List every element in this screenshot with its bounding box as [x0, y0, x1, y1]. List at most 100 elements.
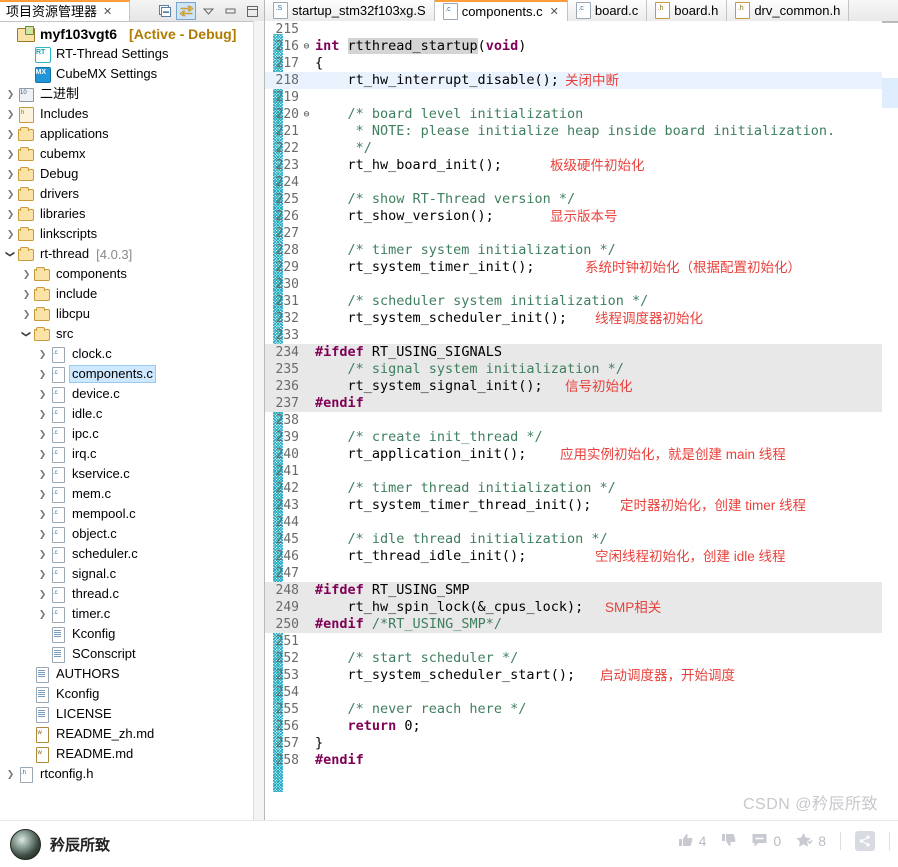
- tree-item[interactable]: ❯ linkscripts: [0, 224, 254, 244]
- tree-expand-arrow[interactable]: ❯: [4, 164, 17, 184]
- author-block[interactable]: 矜辰所致: [10, 829, 110, 860]
- tree-item[interactable]: ❯ .c scheduler.c: [0, 544, 254, 564]
- tree-item[interactable]: AUTHORS: [0, 664, 254, 684]
- fold-toggle-icon[interactable]: ⊖: [301, 38, 312, 55]
- maximize-icon[interactable]: [242, 2, 262, 20]
- tree-item[interactable]: ❯ libraries: [0, 204, 254, 224]
- fold-toggle-icon[interactable]: ⊖: [301, 106, 312, 123]
- avatar[interactable]: [10, 829, 41, 860]
- tree-expand-arrow[interactable]: ❯: [4, 144, 17, 164]
- code-line[interactable]: 226 rt_show_version(); 显示版本号: [265, 208, 898, 225]
- tree-expand-arrow[interactable]: ❯: [36, 504, 49, 524]
- code-line[interactable]: 253 rt_system_scheduler_start(); 启动调度器，开始…: [265, 667, 898, 684]
- view-menu-icon[interactable]: [198, 2, 218, 20]
- project-tree-scrollbar[interactable]: [253, 21, 264, 820]
- code-line[interactable]: 245 /* idle thread initialization */: [265, 531, 898, 548]
- code-line[interactable]: 241: [265, 463, 898, 480]
- tree-item[interactable]: RT RT-Thread Settings: [0, 44, 254, 64]
- tree-item[interactable]: ❯ include: [0, 284, 254, 304]
- like-button[interactable]: 4: [677, 832, 706, 851]
- tree-item[interactable]: SConscript: [0, 644, 254, 664]
- share-button[interactable]: [855, 831, 875, 851]
- tree-item[interactable]: ❯ Debug: [0, 164, 254, 184]
- code-line[interactable]: 225 /* show RT-Thread version */: [265, 191, 898, 208]
- tree-expand-arrow[interactable]: ❯: [4, 124, 17, 144]
- tree-expand-arrow[interactable]: ❯: [4, 184, 17, 204]
- code-line[interactable]: 228 /* timer system initialization */: [265, 242, 898, 259]
- code-line[interactable]: 251: [265, 633, 898, 650]
- code-line[interactable]: 235 /* signal system initialization */: [265, 361, 898, 378]
- tree-item[interactable]: ❯ .c kservice.c: [0, 464, 254, 484]
- tree-item[interactable]: ❯ .c signal.c: [0, 564, 254, 584]
- tab-project-explorer[interactable]: 项目资源管理器 ✕: [0, 0, 130, 21]
- code-line[interactable]: 233: [265, 327, 898, 344]
- tree-expand-arrow[interactable]: ❯: [36, 384, 49, 404]
- tree-item[interactable]: ❯ .h rtconfig.h: [0, 764, 254, 784]
- code-line[interactable]: 244: [265, 514, 898, 531]
- editor-overview-ruler[interactable]: [882, 21, 898, 820]
- code-line[interactable]: 232 rt_system_scheduler_init(); 线程调度器初始化: [265, 310, 898, 327]
- code-line[interactable]: 216 ⊖ int rtthread_startup(void): [265, 38, 898, 55]
- tree-expand-arrow[interactable]: ❯: [36, 604, 49, 624]
- code-line[interactable]: 218 rt_hw_interrupt_disable(); 关闭中断: [265, 72, 898, 89]
- editor-tab[interactable]: .c board.c: [567, 0, 648, 21]
- tree-item[interactable]: ❯ 10 二进制: [0, 84, 254, 104]
- code-line[interactable]: 249 rt_hw_spin_lock(&_cpus_lock); SMP相关: [265, 599, 898, 616]
- code-line[interactable]: 248 #ifdef RT_USING_SMP: [265, 582, 898, 599]
- tree-item[interactable]: w README_zh.md: [0, 724, 254, 744]
- code-line[interactable]: 217 {: [265, 55, 898, 72]
- code-line[interactable]: 220 ⊖ /* board level initialization: [265, 106, 898, 123]
- code-line[interactable]: 229 rt_system_timer_init(); 系统时钟初始化（根据配置初…: [265, 259, 898, 276]
- code-lines[interactable]: 215 216 ⊖ int rtthread_startup(void) 217{218…: [265, 21, 898, 820]
- close-icon[interactable]: ✕: [103, 5, 112, 18]
- code-line[interactable]: 243 rt_system_timer_thread_init(); 定时器初始化…: [265, 497, 898, 514]
- tree-item[interactable]: Kconfig: [0, 624, 254, 644]
- tree-item[interactable]: ❯ .c object.c: [0, 524, 254, 544]
- tree-item[interactable]: ❯ .c mem.c: [0, 484, 254, 504]
- code-line[interactable]: 255 /* never reach here */: [265, 701, 898, 718]
- tree-expand-arrow[interactable]: ❯: [36, 584, 49, 604]
- code-line[interactable]: 219: [265, 89, 898, 106]
- tree-item[interactable]: myf103vgt6 [Active - Debug]: [0, 24, 254, 44]
- project-tree[interactable]: myf103vgt6 [Active - Debug] RT RT-Thread Se…: [0, 21, 254, 820]
- tree-item[interactable]: ❯ .c device.c: [0, 384, 254, 404]
- tree-expand-arrow[interactable]: ❯: [4, 84, 17, 104]
- comment-button[interactable]: 0: [751, 832, 781, 851]
- tree-item[interactable]: ❯ h Includes: [0, 104, 254, 124]
- code-line[interactable]: 258 #endif: [265, 752, 898, 769]
- code-line[interactable]: 224: [265, 174, 898, 191]
- code-line[interactable]: 223 rt_hw_board_init(); 板级硬件初始化: [265, 157, 898, 174]
- code-line[interactable]: 238: [265, 412, 898, 429]
- code-line[interactable]: 250 #endif /*RT_USING_SMP*/: [265, 616, 898, 633]
- tree-item[interactable]: ❯ .c components.c: [0, 364, 254, 384]
- code-line[interactable]: 215: [265, 21, 898, 38]
- code-line[interactable]: 221 * NOTE: please initialize heap insid…: [265, 123, 898, 140]
- tree-expand-arrow[interactable]: ❯: [4, 104, 17, 124]
- code-line[interactable]: 222 */: [265, 140, 898, 157]
- code-line[interactable]: 236 rt_system_signal_init(); 信号初始化: [265, 378, 898, 395]
- overview-ruler-marker[interactable]: [882, 78, 898, 108]
- code-area[interactable]: 215 216 ⊖ int rtthread_startup(void) 217{218…: [265, 21, 898, 820]
- tree-item[interactable]: ❯ .c idle.c: [0, 404, 254, 424]
- tree-expand-arrow[interactable]: ❯: [36, 404, 49, 424]
- tree-expand-arrow[interactable]: ❯: [4, 204, 17, 224]
- code-line[interactable]: 234 #ifdef RT_USING_SIGNALS: [265, 344, 898, 361]
- tree-item[interactable]: MX CubeMX Settings: [0, 64, 254, 84]
- tree-item[interactable]: ❯ .c irq.c: [0, 444, 254, 464]
- code-line[interactable]: 254: [265, 684, 898, 701]
- link-with-editor-icon[interactable]: [176, 1, 196, 20]
- tree-expand-arrow[interactable]: ❯: [36, 364, 49, 384]
- editor-tab[interactable]: .c components.c ✕: [434, 0, 568, 21]
- tree-expand-arrow[interactable]: ❯: [20, 264, 33, 284]
- tree-item[interactable]: ❯ .c thread.c: [0, 584, 254, 604]
- tree-item[interactable]: ❯ libcpu: [0, 304, 254, 324]
- tree-expand-arrow[interactable]: ❯: [20, 304, 33, 324]
- tree-expand-arrow[interactable]: ❯: [36, 424, 49, 444]
- code-line[interactable]: 237 #endif: [265, 395, 898, 412]
- tree-item[interactable]: ❯ cubemx: [0, 144, 254, 164]
- tree-expand-arrow[interactable]: ❯: [36, 544, 49, 564]
- code-line[interactable]: 256 return 0;: [265, 718, 898, 735]
- collapse-all-icon[interactable]: [154, 2, 174, 20]
- tree-item[interactable]: ❯ drivers: [0, 184, 254, 204]
- tree-item[interactable]: w README.md: [0, 744, 254, 764]
